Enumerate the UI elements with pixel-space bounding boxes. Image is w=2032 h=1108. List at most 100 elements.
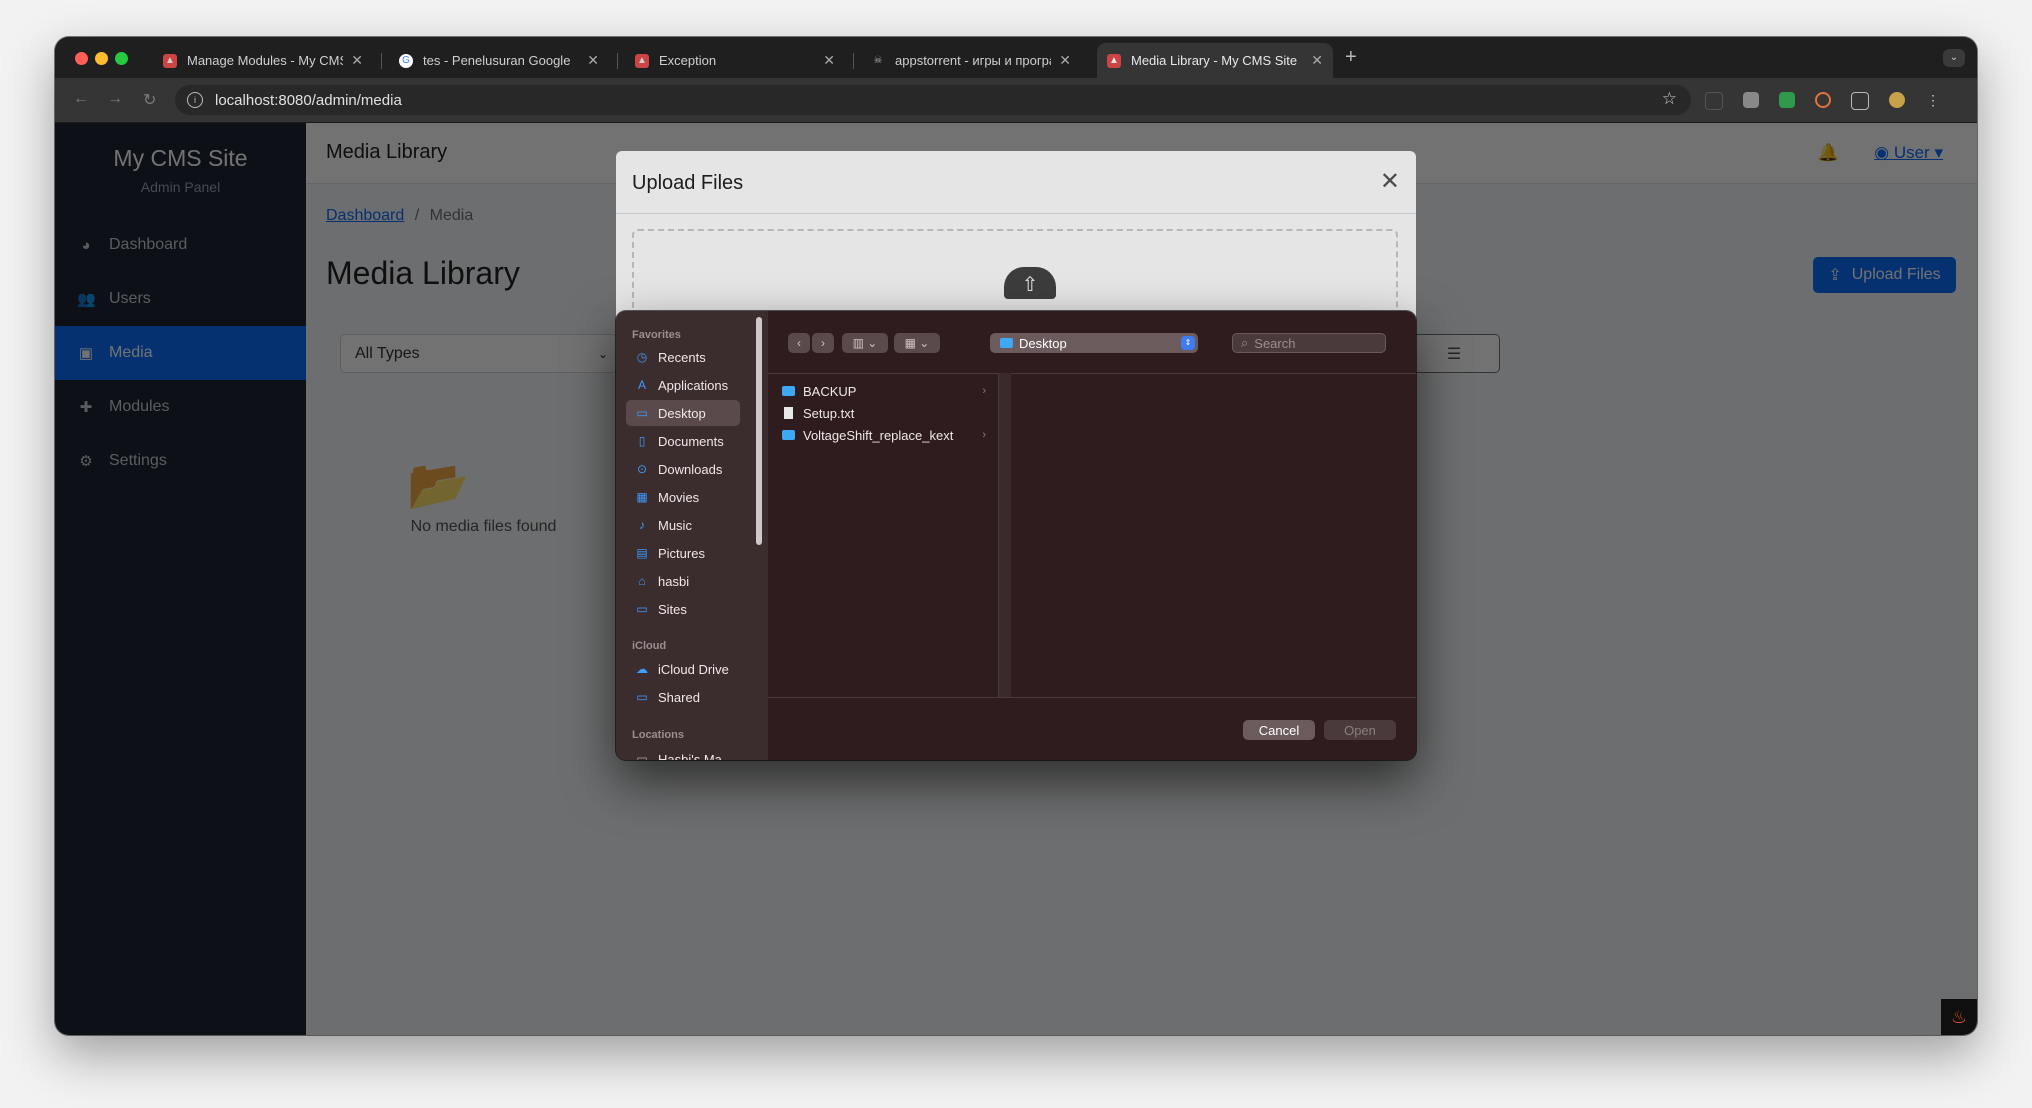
folder-icon [782,430,795,440]
document-icon: ▯ [638,434,646,448]
skull-favicon-icon: ☠ [873,55,883,66]
file-row-folder[interactable]: VoltageShift_replace_kext › [782,425,996,445]
close-tab-icon[interactable]: ✕ [351,52,363,69]
close-tab-icon[interactable]: ✕ [1059,52,1071,69]
sidebar-item-label: Downloads [658,461,723,477]
orange-extension-icon[interactable] [1815,92,1831,108]
browser-menu-icon[interactable]: ⋮ [1925,92,1941,108]
open-button[interactable]: Open [1324,720,1396,740]
folder-icon [782,386,795,396]
cancel-button[interactable]: Cancel [1243,720,1315,740]
location-label: Desktop [1019,335,1067,351]
sidebar-section-icloud: iCloud [632,640,667,652]
tab-divider [381,53,382,69]
download-icon: ⊙ [636,462,648,476]
new-tab-button[interactable]: + [1345,46,1357,69]
film-icon: ▦ [636,490,648,504]
sidebar-item-sites[interactable]: ▭ Sites [626,596,740,622]
sidebar-item-label: iCloud Drive [658,661,729,677]
sidebar-item-movies[interactable]: ▦ Movies [626,484,740,510]
profile-avatar-icon[interactable] [1889,92,1905,108]
maximize-window-button[interactable] [115,52,128,65]
chevron-right-icon: › [821,336,825,350]
browser-toolbar: ← → ↻ i localhost:8080/admin/media ☆ ⋮ [55,78,1977,123]
bookmark-star-icon[interactable]: ☆ [1662,89,1677,109]
shared-folder-icon: ▭ [636,690,648,704]
chevron-right-icon: › [982,385,986,397]
column-resize-handle[interactable] [998,373,1011,697]
forward-button[interactable]: › [812,333,834,353]
photo-icon: ▤ [636,546,648,560]
address-bar[interactable]: i localhost:8080/admin/media ☆ [175,85,1691,115]
tab-search-button[interactable]: ⌄ [1943,49,1965,67]
close-tab-icon[interactable]: ✕ [1311,52,1323,69]
file-name: Setup.txt [803,405,855,421]
back-button[interactable]: ‹ [788,333,810,353]
group-view-button[interactable]: ▦ ⌄ [894,333,940,353]
column-view-button[interactable]: ▥ ⌄ [842,333,888,353]
sidebar-section-locations: Locations [632,729,684,741]
sidebar-item-label: Pictures [658,545,705,561]
browser-tab[interactable]: ▲ Manage Modules - My CMS S ✕ [153,43,373,78]
sidebar-item-desktop[interactable]: ▭ Desktop [626,400,740,426]
sidebar-item-label: Documents [658,433,724,449]
home-icon: ⌂ [638,574,646,588]
clock-icon: ◷ [636,350,648,364]
folder-icon [1000,338,1013,348]
music-note-icon: ♪ [639,518,645,532]
site-info-icon[interactable]: i [187,92,203,108]
green-extension-icon[interactable] [1779,92,1795,108]
sidebar-item-documents[interactable]: ▯ Documents [626,428,740,454]
folder-icon: ▭ [636,602,648,616]
sidebar-scrollbar[interactable] [756,317,762,545]
search-icon: ⌕ [1241,335,1249,350]
sidebar-item-applications[interactable]: A Applications [626,372,740,398]
search-field[interactable]: ⌕ Search [1232,333,1386,353]
applications-icon: A [637,378,646,392]
sidebar-item-music[interactable]: ♪ Music [626,512,740,538]
tab-title: Manage Modules - My CMS S [187,53,344,68]
sidebar-item-icloud-drive[interactable]: ☁ iCloud Drive [626,656,740,682]
sidebar-item-home[interactable]: ⌂ hasbi [626,568,740,594]
back-icon[interactable]: ← [73,90,89,108]
shield-extension-icon[interactable] [1743,92,1759,108]
sidebar-item-label: Movies [658,489,700,505]
grid-icon: ▦ ⌄ [904,336,930,350]
text-file-icon [784,407,793,419]
computer-icon: ▭ [636,752,648,760]
sidebar-item-computer[interactable]: ▭ Hasbi's Ma [626,746,740,761]
extension-icon[interactable] [1705,92,1723,110]
close-window-button[interactable] [75,52,88,65]
sidebar-item-label: Shared [658,689,700,705]
close-tab-icon[interactable]: ✕ [587,52,599,69]
tab-title: Exception [659,53,717,68]
minimize-window-button[interactable] [95,52,108,65]
puzzle-extensions-icon[interactable] [1851,92,1869,110]
file-name: BACKUP [803,383,857,399]
file-row-folder[interactable]: BACKUP › [782,381,996,401]
browser-tab[interactable]: G tes - Penelusuran Google ✕ [389,43,609,78]
columns-icon: ▥ ⌄ [852,336,878,350]
cms-favicon-icon: ▲ [1107,53,1121,68]
browser-tab-active[interactable]: ▲ Media Library - My CMS Site ✕ [1097,43,1333,78]
reload-icon[interactable]: ↻ [143,90,156,110]
browser-tab[interactable]: ☠ appstorrent - игры и програ ✕ [861,43,1081,78]
url-text: localhost:8080/admin/media [215,91,402,109]
sidebar-item-label: Recents [658,349,706,365]
google-favicon-icon: G [399,53,413,68]
sidebar-item-shared[interactable]: ▭ Shared [626,684,740,710]
cms-favicon-icon: ▲ [635,53,649,68]
close-tab-icon[interactable]: ✕ [823,52,835,69]
file-column: BACKUP › Setup.txt VoltageShift_replace_… [768,373,998,697]
forward-icon[interactable]: → [107,90,123,108]
sidebar-item-recents[interactable]: ◷ Recents [626,344,740,370]
sidebar-item-downloads[interactable]: ⊙ Downloads [626,456,740,482]
sidebar-item-pictures[interactable]: ▤ Pictures [626,540,740,566]
tab-title: Media Library - My CMS Site [1131,53,1298,68]
browser-tab[interactable]: ▲ Exception ✕ [625,43,845,78]
tab-strip: ▲ Manage Modules - My CMS S ✕ G tes - Pe… [55,37,1977,78]
file-row-file[interactable]: Setup.txt [782,403,996,423]
tab-divider [853,53,854,69]
sidebar-item-label: Hasbi's Ma [658,751,722,761]
location-popup[interactable]: Desktop ⇕ [990,333,1198,353]
